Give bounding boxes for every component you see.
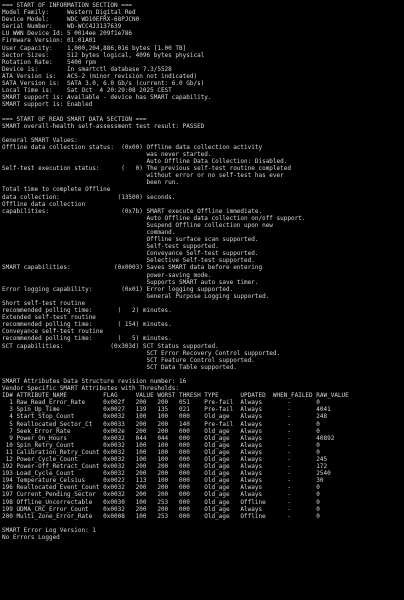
terminal-line: User Capacity: 1,000,204,886,016 bytes […	[2, 44, 187, 52]
terminal-line: command.	[2, 229, 176, 236]
terminal-line: Model Family: Western Digital Red	[2, 9, 136, 17]
terminal-line: Offline data collection	[2, 200, 86, 208]
terminal-line: SCT Error Recovery Control supported.	[2, 349, 281, 357]
terminal-line: SCT capabilities: (0x303d) SCT Status su…	[2, 342, 219, 350]
terminal-line: Conveyance Self-test supported.	[2, 250, 259, 258]
terminal-line: 196 Reallocated_Event_Count 0x0032 200 2…	[2, 484, 320, 492]
terminal-line: Offline surface scan supported.	[2, 236, 259, 244]
terminal-line: 7 Seek_Error_Rate 0x002e 200 200 000 Old…	[2, 427, 320, 435]
terminal-line: capabilities: (0x7b) SMART execute Offli…	[2, 207, 263, 215]
terminal-line: Self-test execution status: ( 0) The pre…	[2, 165, 291, 173]
terminal-line: Auto Offline data collection on/off supp…	[2, 214, 306, 222]
terminal-line: been run.	[2, 179, 180, 187]
terminal-line: SMART support is: Enabled	[2, 101, 93, 109]
terminal-line: 199 UDMA_CRC_Error_Count 0x0032 200 200 …	[2, 505, 320, 513]
terminal-line: === START OF READ SMART DATA SECTION ===	[2, 115, 147, 123]
terminal-line: General Purpose Logging supported.	[2, 292, 270, 300]
terminal-output[interactable]: === START OF INFORMATION SECTION === Mode…	[0, 0, 404, 600]
terminal-line: Rotation Rate: 5400 rpm	[2, 58, 96, 66]
terminal-line: 3 Spin_Up_Time 0x0027 139 135 021 Pre-fa…	[2, 406, 331, 414]
terminal-line: power-saving mode.	[2, 271, 212, 279]
terminal-line: 197 Current_Pending_Sector 0x0032 200 20…	[2, 491, 320, 499]
terminal-line: General SMART Values:	[2, 136, 78, 144]
terminal-line: Suspend Offline collection upon new	[2, 221, 273, 229]
terminal-line: data collection: (13500) seconds.	[2, 193, 176, 201]
terminal-line: recommended polling time: ( 154) minutes…	[2, 321, 172, 329]
terminal-line: was never started.	[2, 150, 212, 158]
terminal-line: 12 Power_Cycle_Count 0x0032 100 100 000 …	[2, 456, 328, 463]
terminal-line: No Errors Logged	[2, 534, 60, 542]
terminal-line: Serial Number: WD-WCC4J3137639	[2, 23, 122, 31]
terminal-line: Total time to complete Offline	[2, 186, 111, 194]
terminal-line: Vendor Specific SMART Attributes with Th…	[2, 385, 180, 393]
terminal-line: 192 Power-Off_Retract_Count 0x0032 200 2…	[2, 463, 328, 471]
terminal-line: 198 Offline_Uncorrectable 0x0030 100 253…	[2, 498, 320, 506]
terminal-line: ID# ATTRIBUTE_NAME FLAG VALUE WORST THRE…	[2, 392, 349, 400]
terminal-line: 194 Temperature_Celsius 0x0022 113 100 0…	[2, 477, 324, 485]
terminal-line: Auto Offline Data Collection: Disabled.	[2, 158, 288, 166]
terminal-line: Offline data collection status: (0x00) O…	[2, 143, 263, 151]
terminal-line: 10 Spin_Retry_Count 0x0032 100 100 000 O…	[2, 441, 320, 449]
terminal-line: Self-test supported.	[2, 243, 219, 251]
terminal-line: Local Time is: Sat Oct 4 20:29:08 2025 C…	[2, 87, 172, 95]
terminal-line: 9 Power_On_Hours 0x0032 044 044 000 Old_…	[2, 434, 335, 442]
terminal-line: 1 Raw_Read_Error_Rate 0x002f 200 200 051…	[2, 399, 320, 407]
terminal-line: SMART support is: Available - device has…	[2, 94, 212, 102]
terminal-line: ATA Version is: ACS-2 (minor revision no…	[2, 72, 198, 80]
terminal-line: Error logging capability: (0x01) Error l…	[2, 285, 234, 293]
terminal-line: Extended self-test routine	[2, 314, 96, 322]
terminal-line: === START OF INFORMATION SECTION ===	[2, 2, 133, 9]
terminal-line: 4 Start_Stop_Count 0x0032 100 100 000 Ol…	[2, 413, 328, 421]
terminal-line: Sector Sizes: 512 bytes logical, 4096 by…	[2, 51, 205, 59]
terminal-line: 5 Reallocated_Sector_Ct 0x0033 200 200 1…	[2, 420, 320, 428]
terminal-line: Device is: In smartctl database 7.3/5528	[2, 65, 172, 73]
terminal-line: recommended polling time: ( 2) minutes.	[2, 307, 172, 315]
terminal-line: SMART Error Log Version: 1	[2, 526, 96, 534]
terminal-line: Short self-test routine	[2, 299, 86, 307]
terminal-line: SMART Attributes Data Structure revision…	[2, 377, 187, 385]
terminal-line: SCT Data Table supported.	[2, 363, 237, 371]
terminal-line: SMART overall-health self-assessment tes…	[2, 122, 205, 130]
terminal-line: SMART capabilities: (0x0003) Saves SMART…	[2, 264, 263, 272]
terminal-line: SCT Feature Control supported.	[2, 356, 255, 364]
terminal-line: LU WWN Device Id: 5 0014ee 209f1e786	[2, 30, 133, 38]
terminal-line: Device Model: WDC WD10EFRX-68PJCN0	[2, 16, 140, 24]
terminal-line: recommended polling time: ( 5) minutes.	[2, 335, 172, 343]
terminal-line: without error or no self-test has ever	[2, 172, 284, 180]
terminal-line: Selective Self-test supported.	[2, 257, 255, 265]
terminal-line: 11 Calibration_Retry_Count 0x0032 100 10…	[2, 448, 320, 456]
terminal-line: SATA Version is: SATA 3.0, 6.0 Gb/s (cur…	[2, 80, 205, 88]
terminal-line: Firmware Version: 01.01A01	[2, 37, 96, 45]
terminal-line: Conveyance self-test routine	[2, 328, 104, 336]
terminal-line: Supports SMART auto save timer.	[2, 278, 259, 286]
terminal-line: 193 Load_Cycle_Count 0x0032 200 200 000 …	[2, 470, 331, 478]
terminal-line: 200 Multi_Zone_Error_Rate 0x0008 100 253…	[2, 512, 320, 520]
